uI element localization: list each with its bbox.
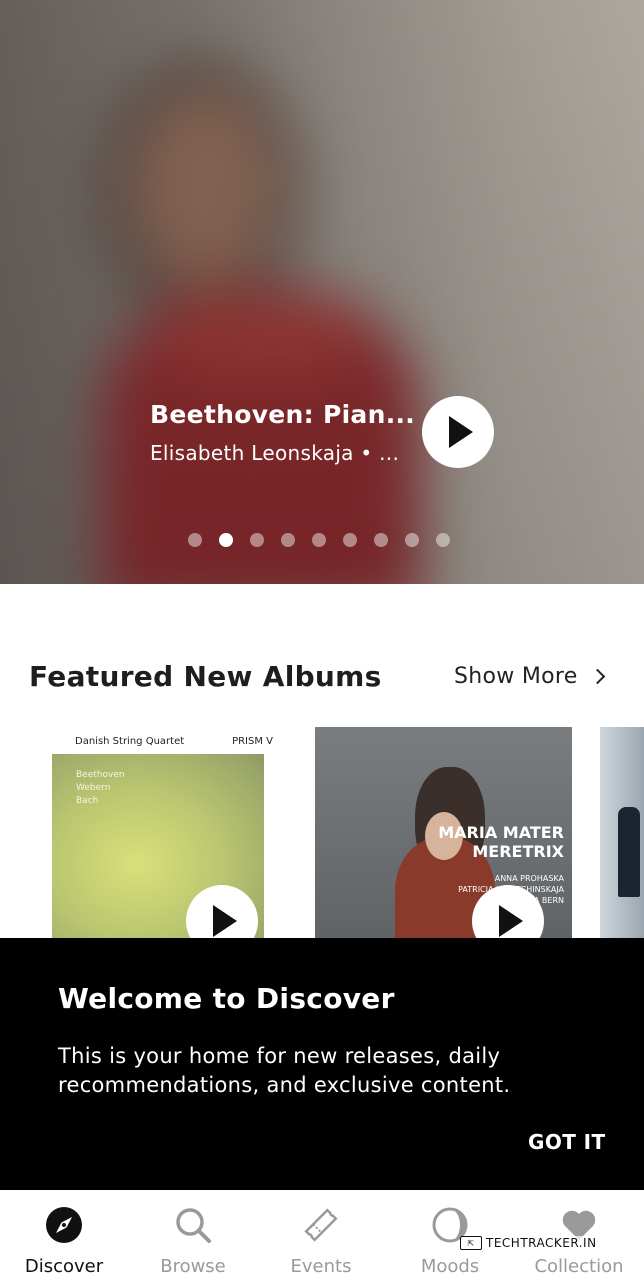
ticket-icon xyxy=(302,1206,340,1244)
album-cover xyxy=(618,807,640,897)
watermark: ⇱ TECHTRACKER.IN xyxy=(460,1236,597,1250)
carousel-indicator xyxy=(188,533,450,547)
hero-title: Beethoven: Pian... xyxy=(150,400,416,429)
composer-name: Bach xyxy=(76,796,99,806)
hero-subtitle: Elisabeth Leonskaja • ... xyxy=(150,441,400,465)
welcome-title: Welcome to Discover xyxy=(58,982,395,1015)
section-title: Featured New Albums xyxy=(29,660,382,693)
album-series: PRISM V xyxy=(232,736,273,747)
composer-name: Webern xyxy=(76,783,111,793)
album-ensemble: Danish String Quartet xyxy=(75,736,185,747)
welcome-coach-mark: Welcome to Discover This is your home fo… xyxy=(0,938,644,1190)
watermark-text: TECHTRACKER.IN xyxy=(486,1236,597,1250)
carousel-dot[interactable] xyxy=(281,533,295,547)
carousel-dot[interactable] xyxy=(374,533,388,547)
tab-browse[interactable]: Browse xyxy=(129,1190,257,1280)
tab-discover[interactable]: Discover xyxy=(0,1190,128,1280)
watermark-logo-icon: ⇱ xyxy=(460,1236,482,1250)
search-icon xyxy=(174,1206,212,1244)
tab-label: Moods xyxy=(420,1256,480,1277)
tab-collection[interactable]: Collection xyxy=(515,1190,643,1280)
hero-banner[interactable]: Beethoven: Pian... Elisabeth Leonskaja •… xyxy=(0,0,644,584)
carousel-dot[interactable] xyxy=(250,533,264,547)
chevron-right-icon xyxy=(589,668,605,685)
album-card[interactable] xyxy=(600,727,644,947)
play-icon xyxy=(213,905,237,937)
hero-play-button[interactable] xyxy=(422,396,494,468)
album-title-line: MARIA MATER xyxy=(438,823,564,842)
composer-name: Beethoven xyxy=(76,770,125,780)
tab-moods[interactable]: Moods xyxy=(386,1190,514,1280)
tab-label: Discover xyxy=(24,1256,104,1277)
show-more-link[interactable]: Show More xyxy=(454,664,605,689)
show-more-label: Show More xyxy=(454,664,578,689)
bottom-tab-bar: Discover Browse Events Moods Collection xyxy=(0,1190,644,1280)
tab-label: Collection xyxy=(534,1256,624,1277)
carousel-dot[interactable] xyxy=(436,533,450,547)
carousel-dot[interactable] xyxy=(312,533,326,547)
hero-text: Beethoven: Pian... Elisabeth Leonskaja •… xyxy=(150,400,416,465)
album-credit: ANNA PROHASKA xyxy=(494,874,564,883)
album-card[interactable]: MARIA MATER MERETRIX ANNA PROHASKA PATRI… xyxy=(315,727,572,947)
album-composers: Beethoven Webern Bach xyxy=(76,769,125,808)
album-cover-title: MARIA MATER MERETRIX xyxy=(438,823,564,861)
compass-icon xyxy=(45,1206,83,1244)
album-card[interactable]: Danish String Quartet PRISM V Beethoven … xyxy=(52,727,285,947)
album-title-line: MERETRIX xyxy=(472,842,564,861)
play-icon xyxy=(449,416,473,448)
carousel-dot[interactable] xyxy=(188,533,202,547)
tab-label: Events xyxy=(290,1256,352,1277)
got-it-button[interactable]: GOT IT xyxy=(528,1130,606,1154)
album-cover-header: Danish String Quartet PRISM V xyxy=(75,736,285,747)
play-icon xyxy=(499,905,523,937)
carousel-dot[interactable] xyxy=(343,533,357,547)
tab-label: Browse xyxy=(160,1256,226,1277)
carousel-dot-active[interactable] xyxy=(219,533,233,547)
carousel-dot[interactable] xyxy=(405,533,419,547)
welcome-body: This is your home for new releases, dail… xyxy=(58,1044,511,1097)
tab-events[interactable]: Events xyxy=(257,1190,385,1280)
